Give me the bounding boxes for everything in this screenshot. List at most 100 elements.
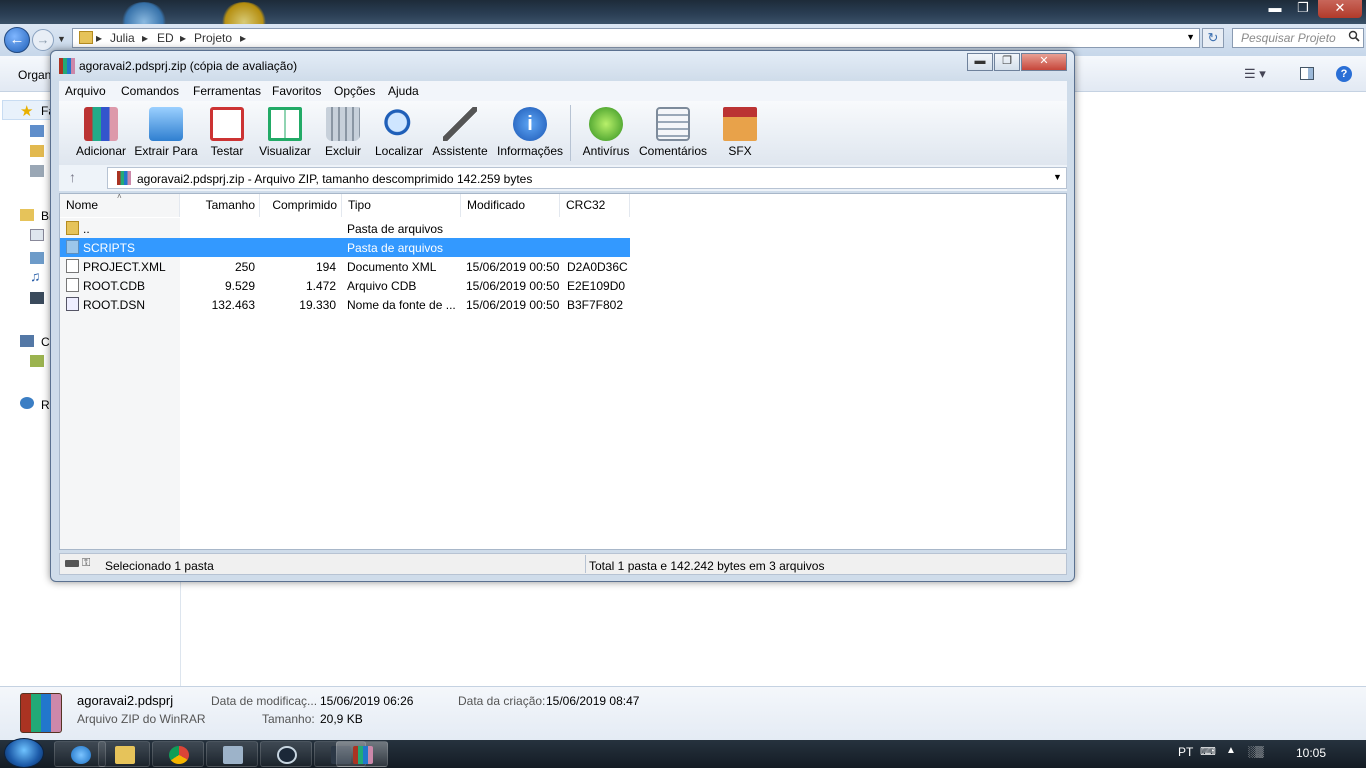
details-size-label: Tamanho: bbox=[262, 712, 315, 726]
file-name: .. bbox=[83, 222, 90, 236]
winrar-icon bbox=[353, 746, 373, 764]
file-row-root-dsn[interactable]: ROOT.DSN 132.463 19.330 Nome da fonte de… bbox=[60, 295, 630, 314]
tool-visualizar[interactable]: Visualizar bbox=[255, 103, 315, 163]
menu-arquivo[interactable]: Arquivo bbox=[65, 84, 106, 98]
up-folder-button[interactable]: ↑ bbox=[69, 169, 76, 185]
menu-opcoes[interactable]: Opções bbox=[334, 84, 375, 98]
tool-label: Informações bbox=[496, 144, 564, 158]
breadcrumb-ed[interactable]: ED bbox=[157, 31, 174, 45]
menu-ferramentas[interactable]: Ferramentas bbox=[193, 84, 261, 98]
close-button[interactable]: ✕ bbox=[1318, 0, 1362, 18]
taskbar-calculator[interactable] bbox=[206, 741, 258, 767]
winrar-archive-icon bbox=[20, 693, 62, 733]
file-crc: B3F7F802 bbox=[567, 298, 624, 312]
tool-excluir[interactable]: Excluir bbox=[319, 103, 367, 163]
file-modified: 15/06/2019 00:50 bbox=[466, 279, 560, 293]
column-header-modificado[interactable]: Modificado bbox=[461, 194, 560, 217]
details-modified-label: Data de modificaç... bbox=[211, 694, 318, 708]
column-header-tamanho[interactable]: Tamanho bbox=[180, 194, 260, 217]
keyboard-icon[interactable]: ⌨ bbox=[1200, 745, 1216, 758]
search-input[interactable]: Pesquisar Projeto bbox=[1232, 28, 1364, 48]
tool-label: Comentários bbox=[638, 144, 708, 158]
taskbar-chrome[interactable] bbox=[152, 741, 204, 767]
file-row-root-cdb[interactable]: ROOT.CDB 9.529 1.472 Arquivo CDB 15/06/2… bbox=[60, 276, 630, 295]
column-header-tipo[interactable]: Tipo bbox=[342, 194, 461, 217]
file-crc: D2A0D36C bbox=[567, 260, 628, 274]
key-icon[interactable]: ⚿ bbox=[82, 557, 90, 570]
refresh-button[interactable]: ↻ bbox=[1202, 28, 1224, 48]
tool-localizar[interactable]: Localizar bbox=[371, 103, 427, 163]
file-crc: E2E109D0 bbox=[567, 279, 626, 293]
winrar-maximize-button[interactable]: ❐ bbox=[994, 53, 1020, 71]
show-hidden-icons[interactable]: ▲ bbox=[1226, 745, 1236, 756]
taskbar-explorer[interactable] bbox=[98, 741, 150, 767]
menu-comandos[interactable]: Comandos bbox=[121, 84, 179, 98]
back-button[interactable]: ← bbox=[4, 27, 30, 53]
language-indicator[interactable]: PT bbox=[1178, 745, 1193, 759]
file-size: 250 bbox=[234, 260, 255, 274]
tool-adicionar[interactable]: Adicionar bbox=[71, 103, 131, 163]
clock[interactable]: 10:05 bbox=[1296, 746, 1326, 760]
winrar-minimize-button[interactable]: ▬ bbox=[967, 53, 993, 71]
taskbar-winrar[interactable] bbox=[336, 741, 388, 767]
column-header-crc32[interactable]: CRC32 bbox=[560, 194, 630, 217]
file-row-parent[interactable]: .. Pasta de arquivos bbox=[60, 219, 630, 238]
breadcrumb-julia[interactable]: Julia bbox=[110, 31, 135, 45]
steam-icon bbox=[277, 746, 297, 764]
sort-asc-icon: ˄ bbox=[117, 192, 122, 201]
books-icon bbox=[84, 107, 118, 141]
winrar-close-button[interactable]: ✕ bbox=[1021, 53, 1067, 71]
taskbar-steam[interactable] bbox=[260, 741, 312, 767]
file-name: PROJECT.XML bbox=[83, 260, 166, 274]
explorer-icon bbox=[115, 746, 135, 764]
chevron-down-icon[interactable]: ▼ bbox=[1053, 172, 1062, 182]
help-icon[interactable]: ? bbox=[1336, 66, 1352, 82]
breadcrumb-projeto[interactable]: Projeto bbox=[194, 31, 232, 45]
menu-favoritos[interactable]: Favoritos bbox=[272, 84, 321, 98]
tool-informacoes[interactable]: i Informações bbox=[493, 103, 567, 163]
breadcrumb-separator-icon: ▸ bbox=[180, 31, 187, 45]
minimize-button[interactable]: ▬ bbox=[1262, 0, 1288, 18]
details-filetype: Arquivo ZIP do WinRAR bbox=[77, 712, 206, 726]
breadcrumb-separator-icon: ▸ bbox=[96, 31, 103, 45]
tool-comentarios[interactable]: Comentários bbox=[637, 103, 709, 163]
tool-testar[interactable]: Testar bbox=[203, 103, 251, 163]
file-name: SCRIPTS bbox=[83, 241, 136, 255]
breadcrumb-separator-icon: ▸ bbox=[240, 31, 247, 45]
file-name: ROOT.CDB bbox=[83, 279, 146, 293]
star-icon: ★ bbox=[20, 103, 34, 120]
details-size-value: 20,9 KB bbox=[320, 712, 363, 726]
file-size: 132.463 bbox=[211, 298, 255, 312]
local-disk-icon bbox=[30, 355, 44, 367]
start-button[interactable] bbox=[4, 738, 44, 768]
tool-label: Assistente bbox=[432, 144, 488, 158]
winrar-window: agoravai2.pdsprj.zip (cópia de avaliação… bbox=[50, 50, 1075, 582]
file-modified: 15/06/2019 00:50 bbox=[466, 298, 560, 312]
xml-file-icon bbox=[66, 259, 79, 273]
file-packed: 194 bbox=[315, 260, 336, 274]
tool-label: Testar bbox=[210, 144, 244, 158]
nav-computer[interactable]: C bbox=[41, 335, 50, 349]
organize-button[interactable]: Organ bbox=[18, 68, 51, 82]
file-row-project-xml[interactable]: PROJECT.XML 250 194 Documento XML 15/06/… bbox=[60, 257, 630, 276]
folder-extract-icon bbox=[149, 107, 183, 141]
view-options-icon[interactable]: ☰ ▾ bbox=[1244, 66, 1266, 82]
column-header-comprimido[interactable]: Comprimido bbox=[260, 194, 342, 217]
tool-antivirus[interactable]: Antivírus bbox=[577, 103, 635, 163]
open-book-icon bbox=[268, 107, 302, 141]
maximize-button[interactable]: ❐ bbox=[1290, 0, 1316, 18]
recent-places-icon bbox=[30, 165, 44, 177]
history-dropdown-icon[interactable]: ▼ bbox=[57, 34, 66, 44]
documents-icon bbox=[30, 229, 44, 241]
tool-extrair-para[interactable]: Extrair Para bbox=[133, 103, 199, 163]
address-dropdown-icon[interactable]: ▼ bbox=[1186, 32, 1195, 42]
menu-ajuda[interactable]: Ajuda bbox=[388, 84, 419, 98]
forward-button[interactable]: → bbox=[32, 29, 54, 51]
tool-sfx[interactable]: SFX bbox=[717, 103, 763, 163]
tool-assistente[interactable]: Assistente bbox=[431, 103, 489, 163]
trash-icon bbox=[326, 107, 360, 141]
network-signal-icon[interactable]: ░▒ bbox=[1248, 746, 1264, 758]
preview-pane-icon[interactable] bbox=[1300, 67, 1314, 80]
drive-icon[interactable] bbox=[65, 560, 79, 567]
file-row-scripts[interactable]: SCRIPTS Pasta de arquivos bbox=[60, 238, 630, 257]
